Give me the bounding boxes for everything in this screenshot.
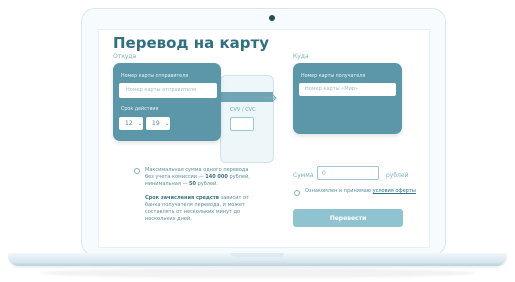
sender-card-front: Номер карты отправителя Номер карты отпр… xyxy=(113,63,221,141)
webcam-icon xyxy=(269,15,275,21)
section-from-label: Откуда xyxy=(113,53,137,60)
transfer-button[interactable]: Перевести xyxy=(293,209,403,227)
laptop-screen: Перевод на карту Откуда Куда CVV / CVC Н… xyxy=(98,29,430,248)
currency-label: рублей xyxy=(386,172,409,179)
amount-value: 0 xyxy=(322,170,326,177)
processing-time-title: Срок зачисления средств xyxy=(145,195,219,201)
recipient-card-number-input[interactable]: Номер карты «Мир» xyxy=(299,83,396,96)
agreement-label: Ознакомлен и принимаю xyxy=(305,188,372,194)
agreement-text: Ознакомлен и принимаю условия оферты xyxy=(305,188,416,194)
amount-label: Сумма xyxy=(293,172,314,179)
sender-card-number-placeholder: Номер карты отправителя xyxy=(126,87,197,93)
cvv-label: CVV / CVC xyxy=(230,107,256,113)
laptop-notch xyxy=(231,253,284,257)
limits-max-amount: 140 000 xyxy=(205,174,228,180)
laptop-mockup: Перевод на карту Откуда Куда CVV / CVC Н… xyxy=(0,0,515,282)
laptop-shadow xyxy=(40,268,475,278)
recipient-card-number-placeholder: Номер карты «Мир» xyxy=(305,86,358,92)
limits-info-line1-min-tail: рублей. xyxy=(197,181,218,187)
expiry-month-select[interactable]: 12 ⌄ xyxy=(119,117,143,130)
arrow-right-icon xyxy=(264,94,277,102)
page-title: Перевод на карту xyxy=(113,34,269,52)
sender-card-back: CVV / CVC xyxy=(220,75,274,163)
expiry-month-value: 12 xyxy=(125,120,133,127)
limits-min-amount: 50 xyxy=(189,181,197,187)
chevron-down-icon: ⌄ xyxy=(164,120,170,127)
expiry-year-value: 19 xyxy=(152,120,160,127)
section-to-label: Куда xyxy=(293,53,309,60)
chevron-down-icon: ⌄ xyxy=(137,120,143,127)
cvv-input[interactable] xyxy=(230,117,254,131)
sender-card-number-input[interactable]: Номер карты отправителя xyxy=(119,83,217,98)
offer-terms-link[interactable]: условия оферты xyxy=(373,188,416,194)
recipient-card: Номер карты получателя Номер карты «Мир» xyxy=(293,63,402,134)
limits-info: Максимальная сумма одного перевода без у… xyxy=(145,167,257,223)
info-icon xyxy=(134,168,140,174)
expiry-label: Срок действия xyxy=(121,107,159,112)
sender-card-number-label: Номер карты отправителя xyxy=(121,74,189,79)
agreement-checkbox[interactable] xyxy=(294,190,300,196)
amount-input[interactable]: 0 xyxy=(317,166,379,180)
recipient-card-number-label: Номер карты получателя xyxy=(301,74,366,79)
expiry-year-select[interactable]: 19 ⌄ xyxy=(146,117,170,130)
